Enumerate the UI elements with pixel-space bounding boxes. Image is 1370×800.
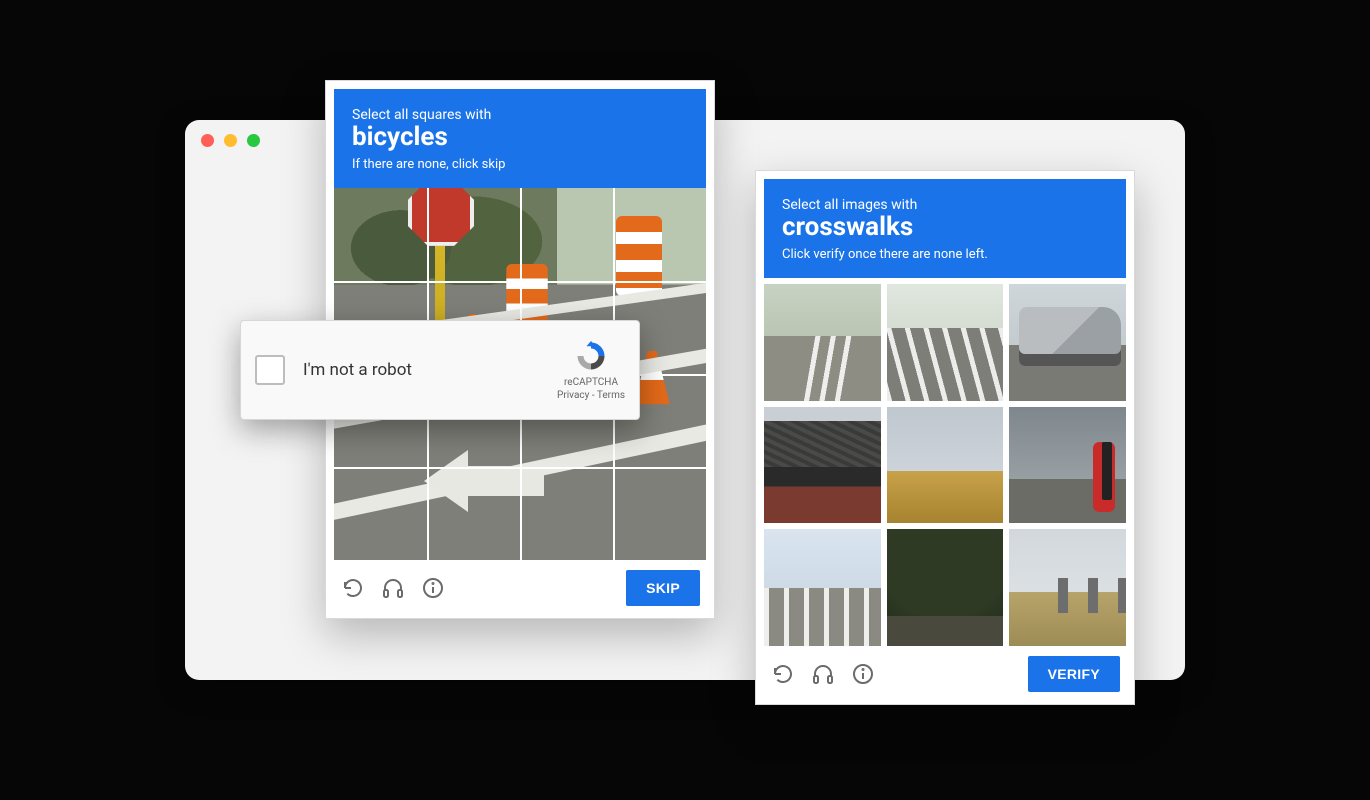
headphones-icon[interactable] — [380, 575, 406, 601]
captcha-tile[interactable] — [764, 529, 881, 646]
captcha-cell[interactable] — [520, 467, 613, 560]
reload-icon[interactable] — [340, 575, 366, 601]
captcha-tile[interactable] — [1009, 407, 1126, 524]
captcha-footer: SKIP — [334, 560, 706, 610]
captcha-header: Select all images with crosswalks Click … — [764, 179, 1126, 278]
link-separator: - — [589, 390, 597, 401]
info-icon[interactable] — [420, 575, 446, 601]
captcha-target-word: bicycles — [352, 123, 688, 153]
captcha-challenge-crosswalks: Select all images with crosswalks Click … — [755, 170, 1135, 705]
captcha-tile[interactable] — [887, 529, 1004, 646]
minimize-window-icon[interactable] — [224, 134, 237, 147]
captcha-footer: VERIFY — [764, 646, 1126, 696]
captcha-target-word: crosswalks — [782, 213, 1108, 243]
recaptcha-brand: reCAPTCHA Privacy - Terms — [557, 338, 625, 402]
close-window-icon[interactable] — [201, 134, 214, 147]
captcha-cell[interactable] — [613, 188, 706, 281]
captcha-cell[interactable] — [613, 467, 706, 560]
captcha-cell[interactable] — [520, 188, 613, 281]
captcha-cell[interactable] — [427, 188, 520, 281]
captcha-tile[interactable] — [764, 284, 881, 401]
captcha-header: Select all squares with bicycles If ther… — [334, 89, 706, 188]
captcha-cell[interactable] — [427, 467, 520, 560]
captcha-cell[interactable] — [334, 188, 427, 281]
headphones-icon[interactable] — [810, 661, 836, 687]
captcha-tile[interactable] — [1009, 284, 1126, 401]
reload-icon[interactable] — [770, 661, 796, 687]
captcha-instruction-line1: Select all images with — [782, 197, 1108, 213]
captcha-tile[interactable] — [887, 284, 1004, 401]
captcha-instruction-line2: Click verify once there are none left. — [782, 247, 1108, 262]
captcha-instruction-line1: Select all squares with — [352, 107, 688, 123]
captcha-instruction-line2: If there are none, click skip — [352, 157, 688, 172]
recaptcha-checkbox[interactable] — [255, 355, 285, 385]
info-icon[interactable] — [850, 661, 876, 687]
captcha-tile[interactable] — [887, 407, 1004, 524]
recaptcha-label: I'm not a robot — [303, 360, 539, 380]
zoom-window-icon[interactable] — [247, 134, 260, 147]
skip-button[interactable]: SKIP — [626, 570, 700, 606]
captcha-tile[interactable] — [1009, 529, 1126, 646]
recaptcha-logo-icon — [573, 338, 609, 374]
recaptcha-anchor-widget: I'm not a robot reCAPTCHA Privacy - Term… — [240, 320, 640, 420]
recaptcha-brand-text: reCAPTCHA — [557, 376, 625, 389]
captcha-image-grid — [764, 284, 1126, 646]
recaptcha-terms-link[interactable]: Terms — [597, 390, 625, 401]
captcha-cell[interactable] — [334, 467, 427, 560]
recaptcha-privacy-link[interactable]: Privacy — [557, 390, 589, 401]
verify-button[interactable]: VERIFY — [1028, 656, 1120, 692]
captcha-tile[interactable] — [764, 407, 881, 524]
